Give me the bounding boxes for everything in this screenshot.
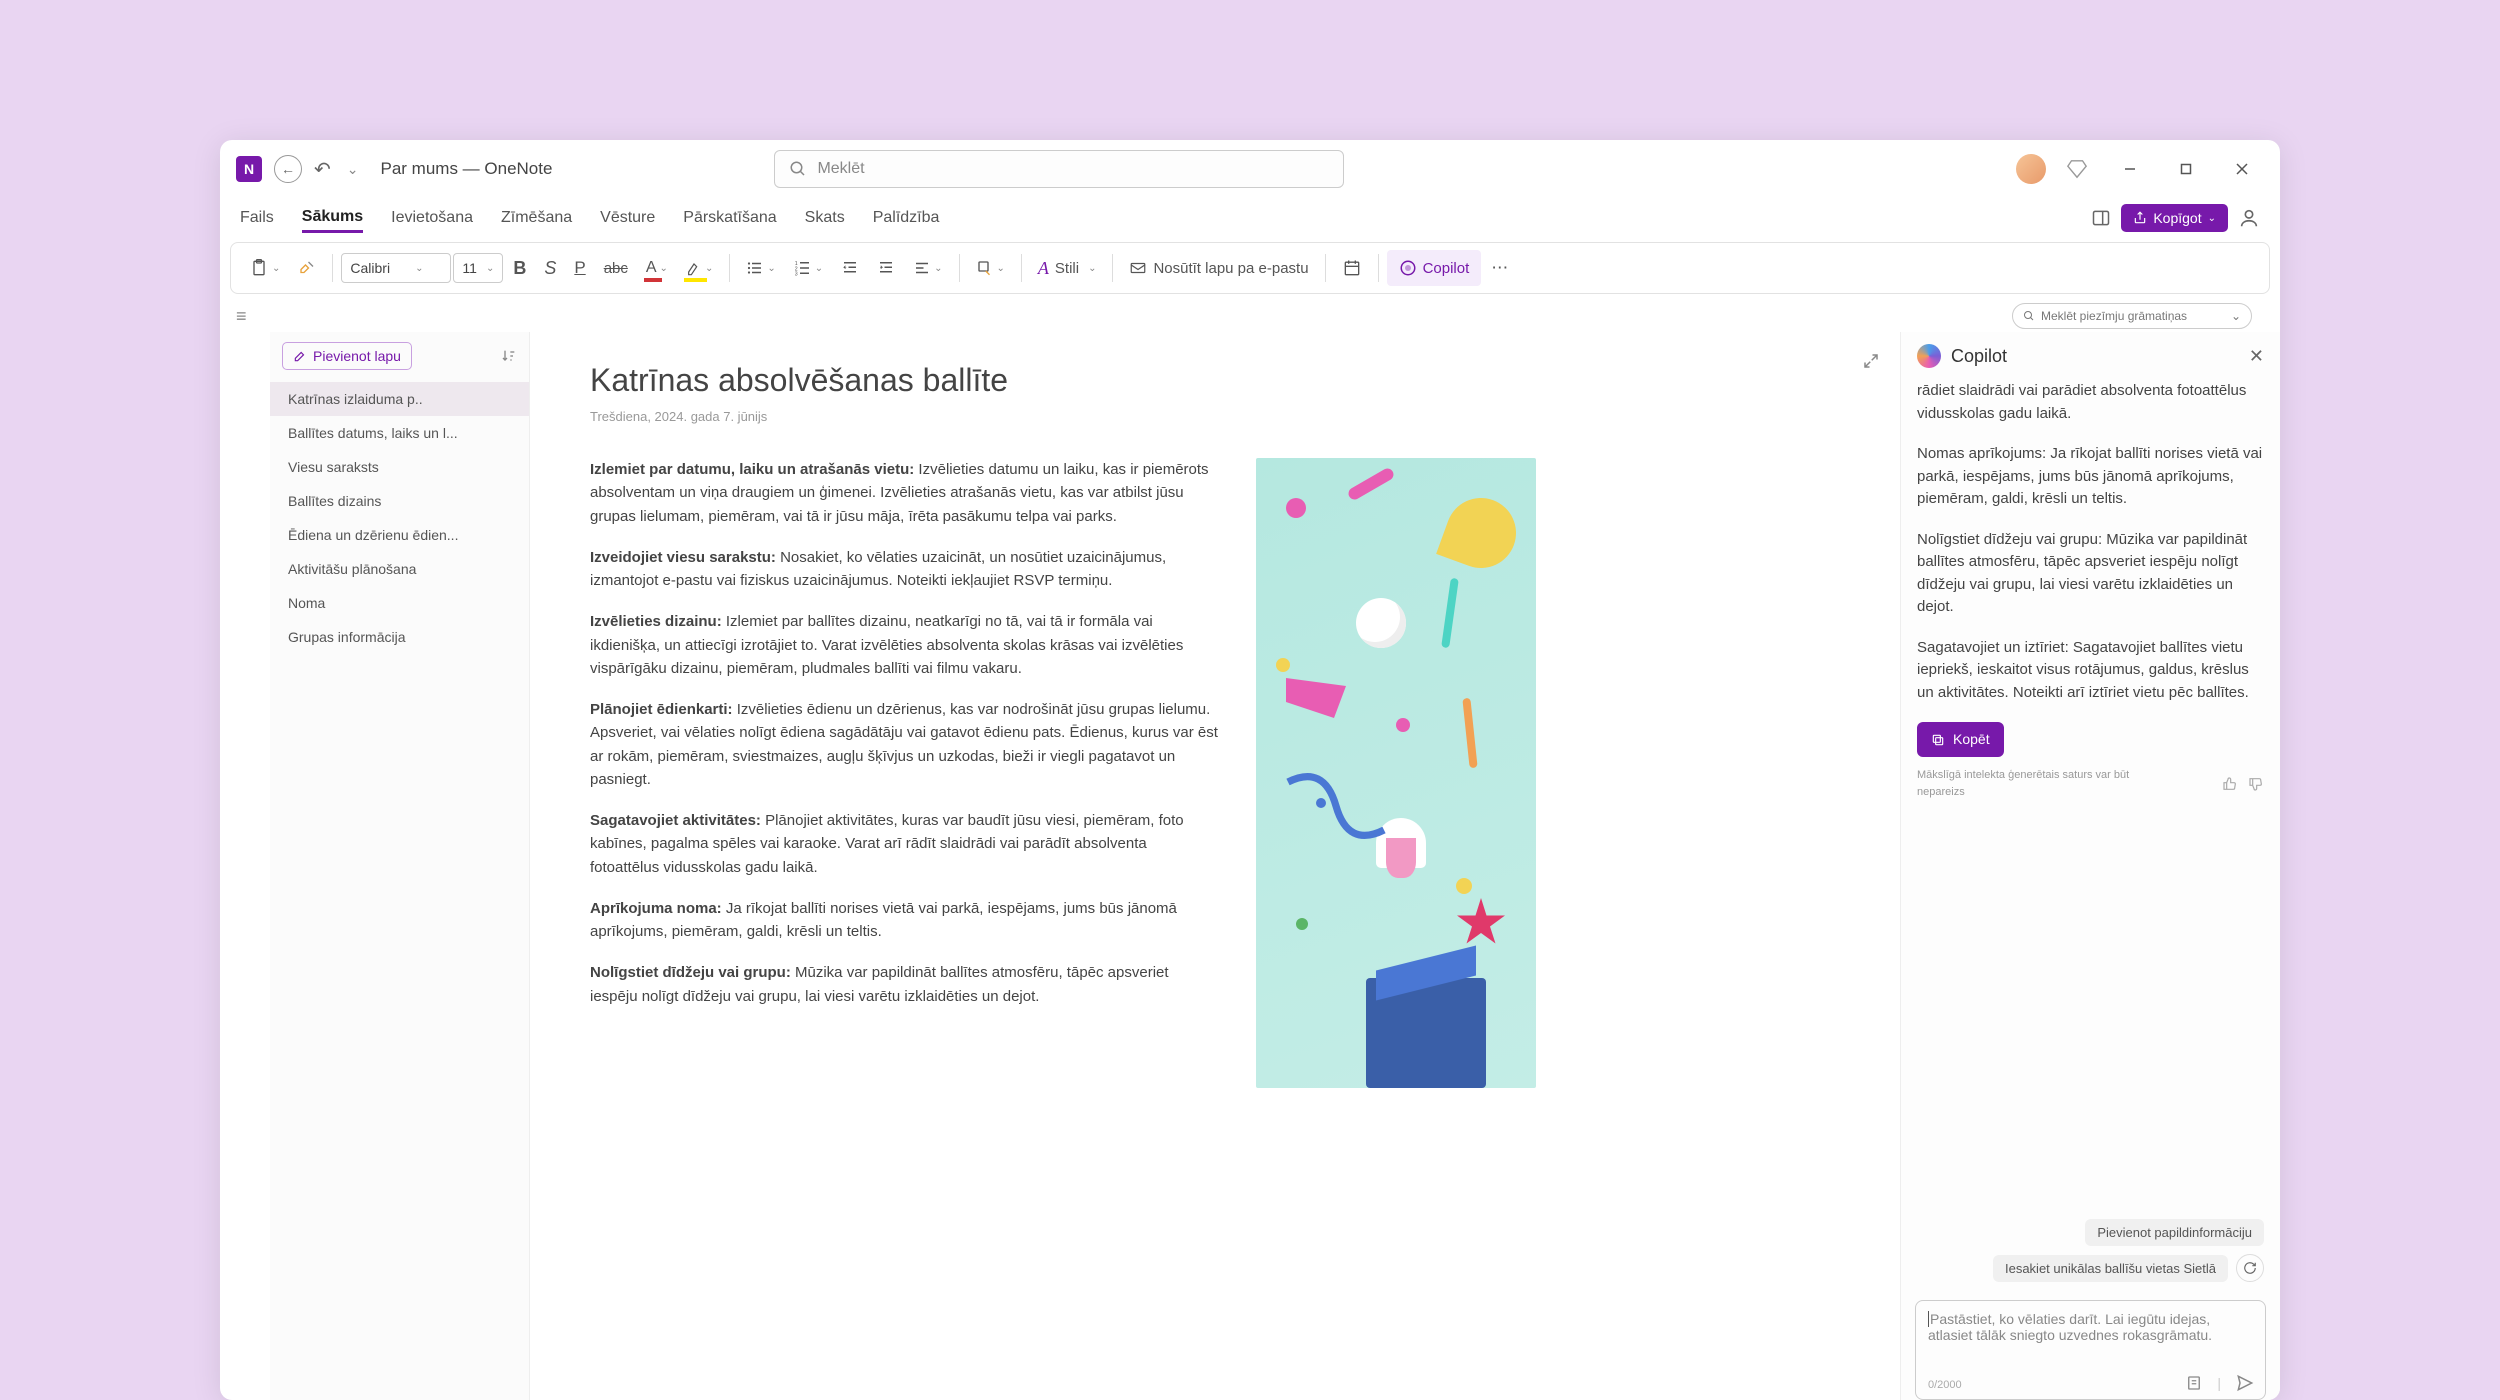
tab-view[interactable]: Skats [805,205,845,231]
tab-help[interactable]: Palīdzība [873,205,940,231]
tab-insert[interactable]: Ievietošana [391,205,473,231]
copilot-disclaimer: Mākslīgā intelekta ģenerētais saturs var… [1917,767,2264,800]
copilot-title: Copilot [1951,346,2007,367]
copilot-logo-icon [1917,344,1941,368]
sort-button[interactable] [501,348,517,364]
styles-button[interactable]: AStili⌄ [1030,250,1105,286]
document-title: Par mums — OneNote [381,159,553,179]
suggestion-chip[interactable]: Iesakiet unikālas ballīšu vietas Sietlā [1993,1255,2228,1282]
underline-button[interactable]: P [566,250,593,286]
refresh-suggestions-button[interactable] [2236,1254,2264,1282]
copy-icon [1931,733,1945,747]
thumbs-down-icon[interactable] [2248,776,2264,792]
suggestion-chip[interactable]: Pievienot papildinformāciju [2085,1219,2264,1246]
strikethrough-button[interactable]: abc [596,250,636,286]
copilot-close-button[interactable]: ✕ [2249,346,2264,367]
copilot-suggestions: Pievienot papildinformāciju Iesakiet uni… [1901,1209,2280,1292]
share-button[interactable]: Kopīgot ⌄ [2121,204,2228,232]
tab-file[interactable]: Fails [240,205,274,231]
svg-text:3: 3 [794,272,797,278]
tab-review[interactable]: Pārskatīšana [683,205,776,231]
prompt-guide-icon[interactable] [2185,1374,2203,1392]
font-selector[interactable]: Calibri⌄ [341,253,451,283]
copilot-pane: Copilot ✕ rādiet slaidrādi vai parādiet … [1900,332,2280,1400]
copilot-input[interactable]: Pastāstiet, ko vēlaties darīt. Lai iegūt… [1915,1300,2266,1400]
meeting-button[interactable] [1334,250,1370,286]
page-item[interactable]: Ballītes dizains [270,484,529,518]
autosave-dropdown[interactable]: ⌄ [347,161,359,178]
page-item[interactable]: Grupas informācija [270,620,529,654]
page-item[interactable]: Aktivitāšu plānošana [270,552,529,586]
copilot-copy-button[interactable]: Kopēt [1917,722,2004,757]
thumbs-up-icon[interactable] [2222,776,2238,792]
ribbon-tabs: Fails Sākums Ievietošana Zīmēšana Vēstur… [220,198,2280,238]
tab-history[interactable]: Vēsture [600,205,655,231]
search-input[interactable]: Meklēt [774,150,1344,188]
send-icon[interactable] [2235,1373,2255,1393]
user-avatar[interactable] [2016,154,2046,184]
tab-home[interactable]: Sākums [302,204,363,233]
font-size-selector[interactable]: 11⌄ [453,253,503,283]
close-button[interactable] [2220,154,2264,184]
party-image [1256,458,1536,1088]
page-item[interactable]: Ballītes datums, laiks un l... [270,416,529,450]
page-item[interactable]: Ēdiena un dzērienu ēdien... [270,518,529,552]
add-page-button[interactable]: Pievienot lapu [282,342,412,370]
back-button[interactable]: ← [274,155,302,183]
page-title[interactable]: Katrīnas absolvēšanas ballīte [590,362,1840,399]
minimize-button[interactable] [2108,154,2152,184]
bold-button[interactable]: B [505,250,534,286]
page-date: Trešdiena, 2024. gada 7. jūnijs [590,409,1840,424]
edit-icon [293,349,307,363]
nav-toggle-icon[interactable]: ≡ [236,306,247,327]
more-button[interactable]: ⋯ [1483,250,1516,286]
email-page-button[interactable]: Nosūtīt lapu pa e-pastu [1121,250,1316,286]
bullets-button[interactable]: ⌄ [738,250,783,286]
highlight-button[interactable]: ⌄ [678,250,721,286]
page-list-pane: Pievienot lapu Katrīnas izlaiduma p.. Ba… [270,332,530,1400]
undo-button[interactable]: ↶ [314,157,331,182]
italic-button[interactable]: S [536,250,564,286]
page-content: Katrīnas absolvēšanas ballīte Trešdiena,… [530,332,1900,1400]
tag-button[interactable]: ⌄ [968,250,1013,286]
panel-toggle-icon[interactable] [2091,208,2111,228]
copilot-messages: rādiet slaidrādi vai parādiet absolventa… [1901,380,2280,1209]
page-item[interactable]: Noma [270,586,529,620]
numbering-button[interactable]: 123⌄ [786,250,831,286]
home-toolbar: ⌄ Calibri⌄ 11⌄ B S P abc A⌄ ⌄ ⌄ 123⌄ ⌄ ⌄… [230,242,2270,294]
onenote-app-icon: N [236,156,262,182]
font-color-button[interactable]: A⌄ [638,250,676,286]
sub-toolbar: ≡ Meklēt piezīmju grāmatiņas ⌄ [220,300,2280,332]
global-search: Meklēt [774,150,1344,188]
teams-share-icon[interactable] [2238,207,2260,229]
expand-icon[interactable] [1862,352,1880,370]
app-window: N ← ↶ ⌄ Par mums — OneNote Meklēt Fails … [220,140,2280,1400]
main-area: Pievienot lapu Katrīnas izlaiduma p.. Ba… [220,332,2280,1400]
premium-icon[interactable] [2066,158,2088,180]
copilot-ribbon-button[interactable]: Copilot [1387,250,1482,286]
copilot-header: Copilot ✕ [1901,332,2280,380]
titlebar: N ← ↶ ⌄ Par mums — OneNote Meklēt [220,140,2280,198]
align-button[interactable]: ⌄ [905,250,950,286]
page-item[interactable]: Viesu saraksts [270,450,529,484]
format-painter-button[interactable] [290,250,324,286]
page-body-text[interactable]: Izlemiet par datumu, laiku un atrašanās … [590,458,1220,1088]
search-icon [2023,310,2035,322]
char-counter: 0/2000 [1928,1379,1962,1391]
page-item[interactable]: Katrīnas izlaiduma p.. [270,382,529,416]
notebook-search[interactable]: Meklēt piezīmju grāmatiņas ⌄ [2012,303,2252,329]
maximize-button[interactable] [2164,154,2208,184]
paste-button[interactable]: ⌄ [241,250,288,286]
outdent-button[interactable] [833,250,867,286]
search-icon [789,160,807,178]
indent-button[interactable] [869,250,903,286]
tab-draw[interactable]: Zīmēšana [501,205,572,231]
